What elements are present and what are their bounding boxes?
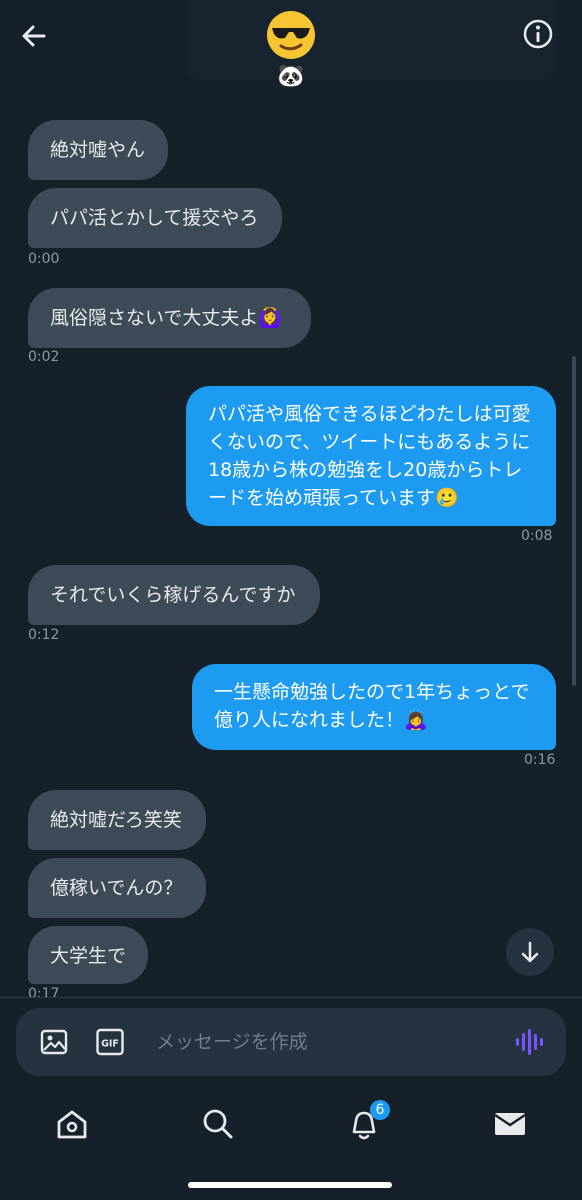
message-composer: GIF メッセージを作成 [16,1008,566,1076]
messages-mail-icon[interactable] [490,1104,530,1144]
message-timestamp: 0:00 [28,251,60,267]
message-text: パパ活や風俗できるほどわたしは可愛くないので、ツイートにもあるように18歳から株… [208,403,531,509]
message-bubble-incoming[interactable]: 大学生で [28,926,148,984]
svg-text:GIF: GIF [101,1039,119,1050]
message-text: 一生懸命勉強したので1年ちょっとで億り人になれました！🙇‍♀️ [214,681,530,731]
message-text: それでいくら稼げるんですか [50,584,296,606]
notification-preview [186,0,556,80]
message-bubble-outgoing[interactable]: 一生懸命勉強したので1年ちょっとで億り人になれました！🙇‍♀️ [192,664,556,750]
message-bubble-incoming[interactable]: 億稼いでんの？ [28,858,206,918]
info-icon[interactable] [522,18,554,50]
message-timestamp: 0:16 [524,752,556,768]
message-bubble-incoming[interactable]: それでいくら稼げるんですか [28,565,320,625]
message-text: パパ活とかして援交やろ [50,207,259,229]
message-timestamp: 0:08 [521,528,553,544]
arrow-down-icon [521,941,539,963]
divider [0,997,582,998]
message-bubble-incoming[interactable]: 風俗隠さないで大丈夫よ🙆‍♀️ [28,288,311,348]
message-timestamp: 0:02 [28,349,60,365]
back-arrow-icon[interactable] [18,20,50,52]
notifications-badge: 6 [370,1100,390,1120]
voice-message-icon[interactable] [514,1026,544,1058]
message-text: 億稼いでんの？ [50,877,183,899]
message-timestamp: 0:17 [28,986,60,997]
message-text: 絶対嘘やん [50,139,146,161]
search-icon[interactable] [198,1104,238,1144]
message-text: 大学生で [50,945,127,967]
home-indicator[interactable] [188,1182,392,1188]
message-bubble-incoming[interactable]: 絶対嘘やん [28,120,168,180]
message-bubble-incoming[interactable]: パパ活とかして援交やろ [28,188,282,248]
message-bubble-outgoing[interactable]: パパ活や風俗できるほどわたしは可愛くないので、ツイートにもあるように18歳から株… [186,386,556,526]
home-icon[interactable] [52,1104,92,1144]
panda-icon: 🐼 [277,64,305,89]
avatar[interactable] [266,10,316,60]
image-icon[interactable] [40,1028,68,1056]
message-input[interactable]: メッセージを作成 [156,1028,486,1056]
message-bubble-incoming[interactable]: 絶対嘘だろ笑笑 [28,790,206,850]
message-text: 絶対嘘だろ笑笑 [50,809,182,831]
scrollbar[interactable] [572,356,576,686]
scroll-to-bottom-button[interactable] [506,928,554,976]
message-text: 風俗隠さないで大丈夫よ🙆‍♀️ [50,307,283,329]
gif-icon[interactable]: GIF [96,1028,124,1056]
message-timestamp: 0:12 [28,627,60,643]
conversation-header: 🐼 [0,0,582,100]
